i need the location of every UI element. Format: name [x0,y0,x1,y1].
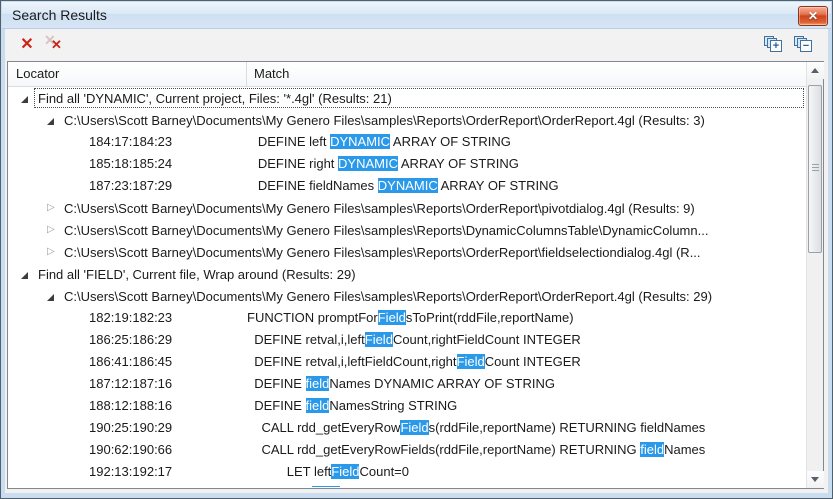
collapsed-arrow-icon[interactable]: ▷ [47,197,55,219]
results-rows: Find all 'DYNAMIC', Current project, Fil… [8,87,806,488]
locator-cell: 187:12:187:16 [89,373,172,395]
search-group-row[interactable]: Find all 'DYNAMIC', Current project, Fil… [8,87,806,109]
match-cell: Field [247,483,340,487]
collapsed-arrow-icon[interactable]: ▷ [47,241,55,263]
close-icon: ✕ [808,9,818,23]
match-cell: CALL rdd_getEveryRowFields(rddFile,repor… [247,439,705,461]
match-cell: DEFINE left DYNAMIC ARRAY OF STRING [247,131,511,153]
collapse-all-icon: − [800,40,812,52]
column-header-match[interactable]: Match [254,66,289,81]
match-highlight: Field [457,354,485,369]
match-result-row[interactable]: 184:17:184:23 DEFINE left DYNAMIC ARRAY … [8,131,806,153]
file-group-row[interactable]: C:\Users\Scott Barney\Documents\My Gener… [8,285,806,307]
match-cell: DEFINE retval,i,leftFieldCount,rightFiel… [247,329,581,351]
match-result-row[interactable]: 186:25:186:29 DEFINE retval,i,leftFieldC… [8,329,806,351]
match-result-row[interactable]: 190:62:190:66 CALL rdd_getEveryRowFields… [8,439,806,461]
vertical-scrollbar[interactable] [806,62,823,488]
scroll-up-icon [811,68,819,73]
locator-cell: 185:18:185:24 [89,153,172,175]
expanded-arrow-icon[interactable] [21,96,28,103]
match-highlight: DYNAMIC [330,134,390,149]
match-highlight: field [306,376,330,391]
scroll-down-button[interactable] [807,471,824,488]
match-highlight: field [640,442,664,457]
expand-all-button[interactable]: + [763,36,783,54]
match-cell: CALL rdd_getEveryRowFields(rddFile,repor… [247,417,705,439]
match-highlight: DYNAMIC [338,156,398,171]
match-cell: DEFINE retval,i,leftFieldCount,rightFiel… [247,351,581,373]
expand-all-icon: + [770,40,782,52]
locator-cell: 188:12:188:16 [89,395,172,417]
match-cell: DEFINE fieldNames DYNAMIC ARRAY OF STRIN… [247,373,555,395]
expanded-arrow-icon[interactable] [47,118,54,125]
scrollbar-grip-icon [812,164,819,165]
file-path-label: C:\Users\Scott Barney\Documents\My Gener… [60,220,804,240]
remove-search-icon: ✕ [16,34,38,56]
scrollbar-thumb[interactable] [808,85,822,253]
file-group-row[interactable]: ▷C:\Users\Scott Barney\Documents\My Gene… [8,219,806,241]
match-result-row[interactable]: 190:25:190:29 CALL rdd_getEveryRowFields… [8,417,806,439]
locator-cell: 184:17:184:23 [89,131,172,153]
file-group-row[interactable]: ▷C:\Users\Scott Barney\Documents\My Gene… [8,197,806,219]
match-highlight: Field [365,332,393,347]
collapsed-arrow-icon[interactable]: ▷ [47,219,55,241]
locator-cell: 187:23:187:29 [89,175,172,197]
expanded-arrow-icon[interactable] [21,272,28,279]
match-result-row[interactable]: 187:23:187:29 DEFINE fieldNames DYNAMIC … [8,175,806,197]
file-path-label: C:\Users\Scott Barney\Documents\My Gener… [60,198,804,218]
search-summary-label: Find all 'DYNAMIC', Current project, Fil… [34,88,804,108]
match-result-row[interactable]: 192:13:192:17 LET leftFieldCount=0 [8,461,806,483]
tree-header: Locator Match [8,62,806,87]
search-summary-label: Find all 'FIELD', Current file, Wrap aro… [34,264,804,284]
match-highlight: field [306,398,330,413]
match-cell: FUNCTION promptForFieldsToPrint(rddFile,… [247,307,574,329]
locator-cell: 190:25:190:29 [89,417,172,439]
file-path-label: C:\Users\Scott Barney\Documents\My Gener… [60,110,804,130]
match-highlight: Field [331,464,359,479]
column-header-locator[interactable]: Locator [16,66,59,81]
column-divider[interactable] [246,62,247,86]
file-path-label: C:\Users\Scott Barney\Documents\My Gener… [60,242,804,262]
locator-cell: 186:41:186:45 [89,351,172,373]
window-title: Search Results [12,7,107,23]
match-cell: DEFINE right DYNAMIC ARRAY OF STRING [247,153,519,175]
close-button[interactable]: ✕ [798,6,828,26]
match-cell: LET leftFieldCount=0 [247,461,409,483]
collapse-all-button[interactable]: − [793,36,813,54]
remove-all-searches-button[interactable]: ✕ ✕ [44,34,66,56]
clipped-result-row[interactable]: Field [8,483,806,487]
locator-cell: 186:25:186:29 [89,329,172,351]
match-highlight: Field [378,310,406,325]
toolbar: ✕ ✕ ✕ + − [6,29,827,61]
results-tree: Locator Match Find all 'DYNAMIC', Curren… [7,61,824,489]
scroll-down-icon [811,477,819,482]
match-result-row[interactable]: 186:41:186:45 DEFINE retval,i,leftFieldC… [8,351,806,373]
remove-search-button[interactable]: ✕ [16,34,38,56]
match-result-row[interactable]: 187:12:187:16 DEFINE fieldNames DYNAMIC … [8,373,806,395]
match-result-row[interactable]: 182:19:182:23 FUNCTION promptForFieldsToP… [8,307,806,329]
file-group-row[interactable]: ▷C:\Users\Scott Barney\Documents\My Gene… [8,241,806,263]
scroll-up-button[interactable] [807,62,824,79]
match-cell: DEFINE fieldNamesString STRING [247,395,457,417]
search-results-window: Search Results ✕ ✕ ✕ ✕ + − [0,0,833,499]
expanded-arrow-icon[interactable] [47,294,54,301]
match-cell: DEFINE fieldNames DYNAMIC ARRAY OF STRIN… [247,175,559,197]
file-group-row[interactable]: C:\Users\Scott Barney\Documents\My Gener… [8,109,806,131]
match-result-row[interactable]: 188:12:188:16 DEFINE fieldNamesString ST… [8,395,806,417]
match-result-row[interactable]: 185:18:185:24 DEFINE right DYNAMIC ARRAY… [8,153,806,175]
match-highlight: Field [400,420,428,435]
file-path-label: C:\Users\Scott Barney\Documents\My Gener… [60,286,804,306]
locator-cell: 190:62:190:66 [89,439,172,461]
title-bar: Search Results ✕ [2,2,831,29]
search-group-row[interactable]: Find all 'FIELD', Current file, Wrap aro… [8,263,806,285]
match-highlight: DYNAMIC [378,178,438,193]
locator-cell: 192:13:192:17 [89,461,172,483]
match-highlight: Field [312,486,340,487]
locator-cell: 182:19:182:23 [89,307,172,329]
